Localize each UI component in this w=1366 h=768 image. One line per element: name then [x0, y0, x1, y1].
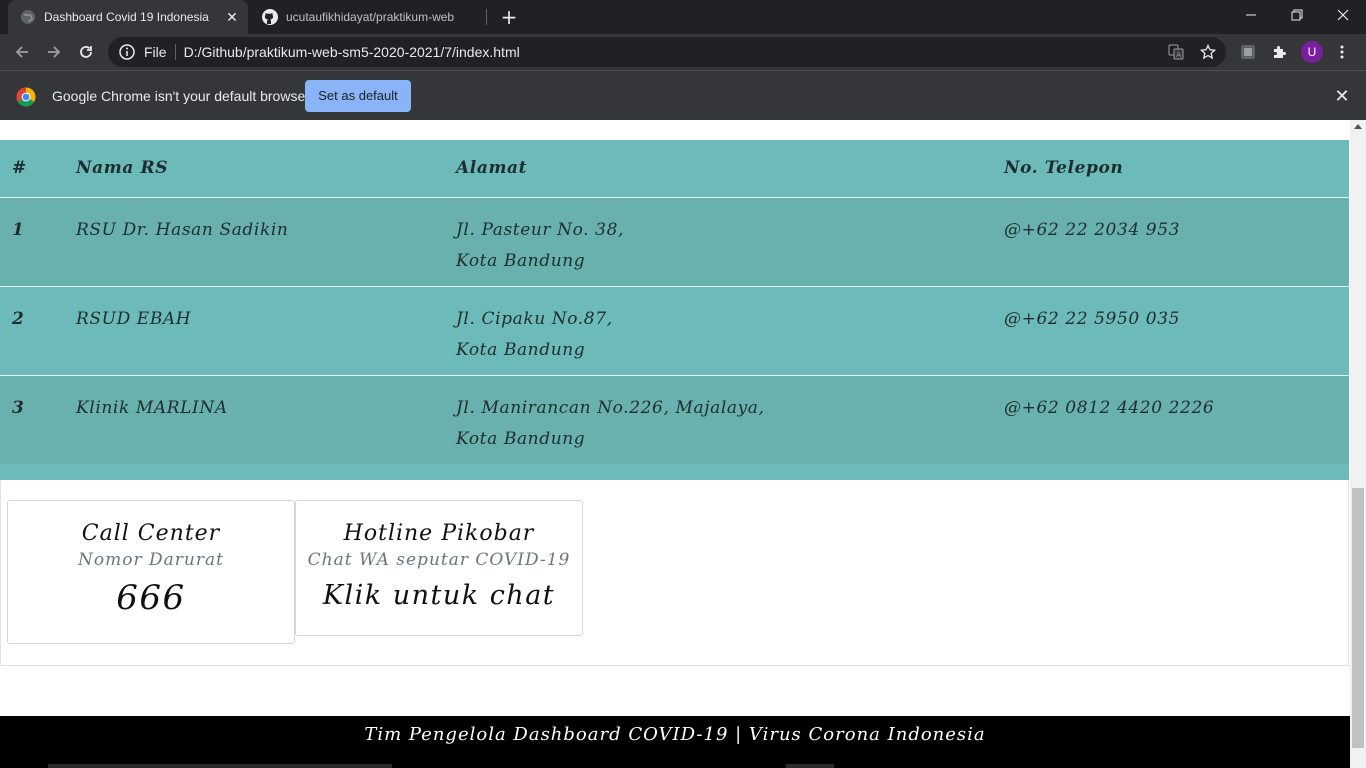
reload-icon: [80, 46, 92, 58]
tab-github[interactable]: ucutaufikhidayat/praktikum-web: [250, 0, 486, 34]
address-city: Kota Bandung: [456, 250, 586, 271]
kebab-menu-icon: [1340, 45, 1344, 59]
address-line: Jl. Manirancan No.226, Majalaya,: [456, 397, 765, 418]
close-infobar-icon[interactable]: ✕: [1333, 87, 1351, 105]
reload-button[interactable]: [73, 39, 99, 65]
scrollbar-thumb[interactable]: [1352, 488, 1364, 748]
star-icon: [1200, 44, 1216, 60]
chrome-logo-icon: [16, 87, 36, 107]
info-icon[interactable]: [118, 43, 136, 61]
tab-title: Dashboard Covid 19 Indonesia: [44, 10, 209, 24]
profile-avatar[interactable]: U: [1301, 41, 1323, 63]
card-subtitle: Chat WA seputar COVID-19: [307, 550, 571, 570]
page-scrollbar[interactable]: [1350, 120, 1366, 768]
footer-shadow-bar: [48, 764, 392, 768]
table-row: 1 RSU Dr. Hasan Sadikin Jl. Pasteur No. …: [0, 197, 1349, 286]
puzzle-icon: [1274, 46, 1286, 58]
footer-text: Tim Pengelola Dashboard COVID-19 | Virus…: [364, 724, 986, 745]
extensions-menu-button[interactable]: [1271, 43, 1289, 61]
tab-dashboard[interactable]: Dashboard Covid 19 Indonesia ✕: [8, 0, 248, 34]
hospital-name: Klinik MARLINA: [76, 397, 228, 418]
bookmark-button[interactable]: [1199, 43, 1217, 61]
header-alamat: Alamat: [456, 158, 528, 178]
translate-button[interactable]: A: [1167, 43, 1185, 61]
minimize-icon: [1246, 14, 1256, 16]
scroll-up-arrow-icon[interactable]: [1354, 124, 1362, 129]
hospital-address: Jl. Cipaku No.87, Kota Bandung: [456, 286, 1004, 375]
chrome-menu-button[interactable]: [1333, 43, 1351, 61]
close-tab-icon[interactable]: ✕: [224, 9, 240, 25]
row-number: 1: [12, 219, 25, 240]
extension-button[interactable]: [1239, 43, 1257, 61]
table-header-row: # Nama RS Alamat No. Telepon: [0, 140, 1349, 197]
close-window-button[interactable]: [1320, 0, 1366, 30]
scheme-separator: [174, 44, 176, 60]
hospital-phone: @+62 0812 4420 2226: [1004, 397, 1215, 418]
arrow-right-icon: [48, 46, 61, 58]
forward-button[interactable]: [41, 39, 67, 65]
hospital-address: Jl. Pasteur No. 38, Kota Bandung: [456, 197, 1004, 286]
url-scheme: File: [144, 44, 167, 60]
restore-button[interactable]: [1274, 0, 1320, 30]
restore-icon: [1291, 9, 1303, 21]
contact-cards-panel: Call Center Nomor Darurat 666 Hotline Pi…: [0, 480, 1349, 666]
header-nama-rs: Nama RS: [76, 158, 169, 178]
tab-separator: [486, 9, 487, 25]
chat-link[interactable]: Klik untuk chat: [296, 580, 582, 611]
infobar-message: Google Chrome isn't your default browser: [52, 88, 310, 104]
url-text[interactable]: D:/Github/praktikum-web-sm5-2020-2021/7/…: [184, 44, 520, 60]
svg-text:A: A: [1176, 51, 1181, 59]
close-icon: [1337, 9, 1349, 21]
address-line: Jl. Pasteur No. 38,: [456, 219, 625, 240]
address-city: Kota Bandung: [456, 428, 586, 449]
minimize-button[interactable]: [1228, 0, 1274, 30]
page-viewport: # Nama RS Alamat No. Telepon 1 RSU Dr. H…: [0, 120, 1350, 768]
github-icon: [262, 9, 278, 25]
globe-icon: [21, 10, 35, 24]
browser-toolbar: File D:/Github/praktikum-web-sm5-2020-20…: [0, 34, 1366, 70]
call-center-card: Call Center Nomor Darurat 666: [7, 500, 295, 644]
extension-square-icon: [1241, 45, 1255, 59]
row-number: 2: [12, 308, 25, 329]
page-footer: Tim Pengelola Dashboard COVID-19 | Virus…: [0, 716, 1350, 768]
hospital-table: # Nama RS Alamat No. Telepon 1 RSU Dr. H…: [0, 140, 1349, 464]
hospital-phone: @+62 22 5950 035: [1004, 308, 1181, 329]
hospital-address: Jl. Manirancan No.226, Majalaya, Kota Ba…: [456, 375, 1004, 464]
row-number: 3: [12, 397, 25, 418]
header-number: #: [12, 158, 27, 178]
card-subtitle: Nomor Darurat: [78, 550, 224, 570]
hotline-pikobar-card[interactable]: Hotline Pikobar Chat WA seputar COVID-19…: [295, 500, 583, 636]
tab-title: ucutaufikhidayat/praktikum-web: [286, 10, 455, 24]
table-row: 3 Klinik MARLINA Jl. Manirancan No.226, …: [0, 375, 1349, 464]
tab-strip: Dashboard Covid 19 Indonesia ✕ ucutaufik…: [0, 0, 1366, 34]
default-browser-infobar: Google Chrome isn't your default browser…: [0, 70, 1366, 120]
table-bottom-band: [0, 464, 1349, 480]
header-telepon: No. Telepon: [1004, 158, 1124, 178]
set-as-default-button[interactable]: Set as default: [305, 80, 411, 112]
translate-icon: A: [1168, 44, 1184, 60]
hospital-name: RSU Dr. Hasan Sadikin: [76, 219, 289, 240]
hospital-phone: @+62 22 2034 953: [1004, 219, 1181, 240]
back-button[interactable]: [9, 39, 35, 65]
hospital-name: RSUD EBAH: [76, 308, 192, 329]
card-title: Call Center: [81, 521, 221, 546]
table-row: 2 RSUD EBAH Jl. Cipaku No.87, Kota Bandu…: [0, 286, 1349, 375]
arrow-left-icon: [15, 46, 28, 58]
address-bar[interactable]: File D:/Github/praktikum-web-sm5-2020-20…: [108, 37, 1226, 67]
card-value: 666: [116, 578, 186, 618]
footer-shadow-bar: [786, 764, 834, 768]
address-city: Kota Bandung: [456, 339, 586, 360]
card-title: Hotline Pikobar: [343, 521, 535, 546]
new-tab-button[interactable]: +: [498, 6, 520, 28]
address-line: Jl. Cipaku No.87,: [456, 308, 613, 329]
